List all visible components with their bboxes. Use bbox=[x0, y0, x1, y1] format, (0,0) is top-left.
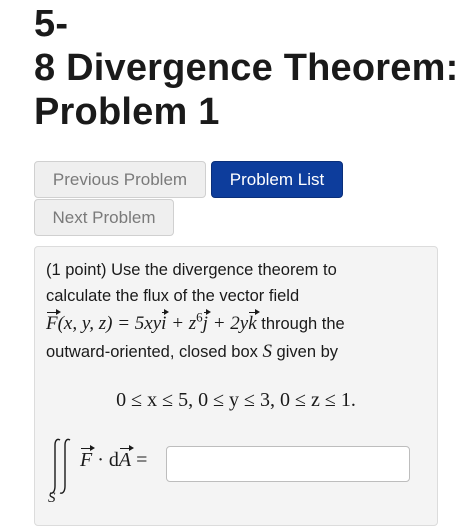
surface-S: S bbox=[262, 341, 272, 362]
flux-expression: F · dA = bbox=[80, 445, 148, 472]
next-problem-button[interactable]: Next Problem bbox=[34, 199, 174, 236]
double-integral-icon bbox=[49, 438, 71, 494]
unit-vector-k: k bbox=[248, 309, 261, 334]
problem-text-given: given by bbox=[271, 343, 339, 361]
box-bounds: 0 ≤ x ≤ 5, 0 ≤ y ≤ 3, 0 ≤ z ≤ 1. bbox=[116, 389, 356, 411]
problem-text-outward: outward-oriented, closed box bbox=[46, 343, 263, 361]
title-line-2: 8 Divergence Theorem: bbox=[34, 47, 459, 89]
previous-problem-button[interactable]: Previous Problem bbox=[34, 161, 206, 198]
vector-field-formula: F(x, y, z) = 5xyi + z6j + 2yk bbox=[46, 309, 261, 334]
answer-input[interactable] bbox=[166, 446, 410, 482]
page-title: 5- 8 Divergence Theorem: Problem 1 bbox=[34, 2, 474, 134]
problem-list-button[interactable]: Problem List bbox=[211, 161, 343, 198]
vector-F: F bbox=[46, 309, 61, 334]
integral-subscript: S bbox=[48, 490, 56, 506]
title-line-1: 5- bbox=[34, 3, 69, 45]
title-line-3: Problem 1 bbox=[34, 91, 220, 133]
unit-vector-j: j bbox=[202, 309, 212, 334]
unit-vector-i: i bbox=[161, 309, 170, 334]
flux-vector-A: A bbox=[118, 445, 135, 471]
problem-text-line-4: outward-oriented, closed box S given by bbox=[46, 341, 426, 363]
flux-equals: = bbox=[131, 449, 148, 471]
vector-field-line: F(x, y, z) = 5xyi + z6j + 2yk through th… bbox=[46, 309, 426, 335]
problem-text-line-1: (1 point) Use the divergence theorem to bbox=[46, 261, 337, 279]
field-term-3: + 2y bbox=[207, 313, 249, 334]
field-term-2: + z bbox=[166, 313, 197, 334]
problem-text-line-2: calculate the flux of the vector field bbox=[46, 287, 300, 305]
field-args: (x, y, z) = 5xy bbox=[57, 313, 162, 334]
flux-dot: · d bbox=[92, 449, 119, 471]
flux-vector-F: F bbox=[80, 445, 96, 471]
problem-text-through: through the bbox=[256, 315, 345, 333]
